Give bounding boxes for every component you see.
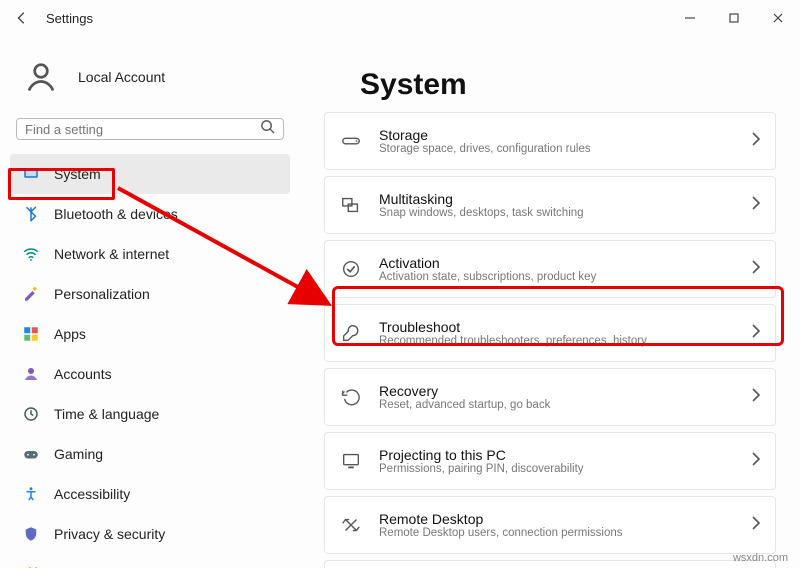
card-subtitle: Recommended troubleshooters, preferences… [379, 335, 735, 347]
card-title: Recovery [379, 383, 735, 399]
search-input[interactable] [25, 122, 260, 137]
sidebar-item-label: Accessibility [54, 486, 130, 502]
card-title: Troubleshoot [379, 319, 735, 335]
card-subtitle: Permissions, pairing PIN, discoverabilit… [379, 463, 735, 475]
sidebar-item-privacy[interactable]: Privacy & security [10, 514, 290, 554]
sidebar-item-accounts[interactable]: Accounts [10, 354, 290, 394]
sidebar-item-label: Gaming [54, 446, 103, 462]
card-text: Troubleshoot Recommended troubleshooters… [379, 319, 735, 347]
item-activation[interactable]: Activation Activation state, subscriptio… [324, 240, 776, 298]
item-multitasking[interactable]: Multitasking Snap windows, desktops, tas… [324, 176, 776, 234]
sidebar-item-label: Apps [54, 326, 86, 342]
sidebar-item-label: Privacy & security [54, 526, 165, 542]
window-title: Settings [46, 11, 93, 26]
maximize-button[interactable] [712, 3, 756, 33]
titlebar-left: Settings [14, 10, 93, 26]
chevron-right-icon [751, 452, 761, 471]
close-button[interactable] [756, 3, 800, 33]
body: Local Account System Bluetooth & devices [0, 36, 800, 568]
item-troubleshoot[interactable]: Troubleshoot Recommended troubleshooters… [324, 304, 776, 362]
chevron-right-icon [751, 260, 761, 279]
card-subtitle: Remote Desktop users, connection permiss… [379, 527, 735, 539]
chevron-right-icon [751, 516, 761, 535]
sidebar-item-label: Personalization [54, 286, 150, 302]
card-subtitle: Snap windows, desktops, task switching [379, 207, 735, 219]
card-title: Projecting to this PC [379, 447, 735, 463]
card-text: Storage Storage space, drives, configura… [379, 127, 735, 155]
back-button[interactable] [14, 10, 30, 26]
item-storage[interactable]: Storage Storage space, drives, configura… [324, 112, 776, 170]
avatar [18, 54, 64, 100]
nav: System Bluetooth & devices Network & int… [6, 150, 294, 568]
troubleshoot-icon [339, 321, 363, 345]
main-panel: System Storage Storage space, drives, co… [300, 36, 800, 568]
minimize-button[interactable] [668, 3, 712, 33]
sidebar-item-bluetooth[interactable]: Bluetooth & devices [10, 194, 290, 234]
sidebar-item-network[interactable]: Network & internet [10, 234, 290, 274]
window-controls [668, 3, 800, 33]
card-subtitle: Activation state, subscriptions, product… [379, 271, 735, 283]
sidebar-item-label: Accounts [54, 366, 112, 382]
sidebar-item-personalization[interactable]: Personalization [10, 274, 290, 314]
sidebar-item-time[interactable]: Time & language [10, 394, 290, 434]
card-subtitle: Reset, advanced startup, go back [379, 399, 735, 411]
card-text: Multitasking Snap windows, desktops, tas… [379, 191, 735, 219]
sidebar-item-system[interactable]: System [10, 154, 290, 194]
chevron-right-icon [751, 132, 761, 151]
card-text: Activation Activation state, subscriptio… [379, 255, 735, 283]
card-text: Recovery Reset, advanced startup, go bac… [379, 383, 735, 411]
accessibility-icon [22, 485, 40, 503]
item-remote-desktop[interactable]: Remote Desktop Remote Desktop users, con… [324, 496, 776, 554]
card-title: Storage [379, 127, 735, 143]
item-recovery[interactable]: Recovery Reset, advanced startup, go bac… [324, 368, 776, 426]
sidebar-item-accessibility[interactable]: Accessibility [10, 474, 290, 514]
sidebar-item-label: Bluetooth & devices [54, 206, 178, 222]
clock-icon [22, 405, 40, 423]
bluetooth-icon [22, 205, 40, 223]
chevron-right-icon [751, 196, 761, 215]
wifi-icon [22, 245, 40, 263]
gaming-icon [22, 445, 40, 463]
card-text: Projecting to this PC Permissions, pairi… [379, 447, 735, 475]
settings-window: Settings Local Account [0, 0, 800, 568]
watermark: wsxdn.com [733, 552, 788, 564]
user-account[interactable]: Local Account [6, 44, 294, 114]
card-title: Multitasking [379, 191, 735, 207]
titlebar: Settings [0, 0, 800, 36]
card-title: Remote Desktop [379, 511, 735, 527]
activation-icon [339, 257, 363, 281]
search-icon [260, 119, 275, 139]
sidebar: Local Account System Bluetooth & devices [0, 36, 300, 568]
sidebar-item-label: System [54, 166, 101, 182]
user-name: Local Account [78, 69, 165, 85]
page-title: System [360, 68, 776, 102]
chevron-right-icon [751, 324, 761, 343]
system-icon [22, 165, 40, 183]
sidebar-item-label: Network & internet [54, 246, 169, 262]
accounts-icon [22, 365, 40, 383]
sidebar-item-update[interactable]: Windows Update [10, 554, 290, 568]
projecting-icon [339, 449, 363, 473]
storage-icon [339, 129, 363, 153]
settings-list: Storage Storage space, drives, configura… [324, 112, 776, 568]
item-projecting[interactable]: Projecting to this PC Permissions, pairi… [324, 432, 776, 490]
item-clipboard[interactable]: Clipboard [324, 560, 776, 568]
card-text: Remote Desktop Remote Desktop users, con… [379, 511, 735, 539]
apps-icon [22, 325, 40, 343]
sidebar-item-label: Time & language [54, 406, 159, 422]
card-subtitle: Storage space, drives, configuration rul… [379, 143, 735, 155]
remote-desktop-icon [339, 513, 363, 537]
multitasking-icon [339, 193, 363, 217]
recovery-icon [339, 385, 363, 409]
card-title: Activation [379, 255, 735, 271]
personalization-icon [22, 285, 40, 303]
sidebar-item-apps[interactable]: Apps [10, 314, 290, 354]
chevron-right-icon [751, 388, 761, 407]
search-box[interactable] [16, 118, 284, 140]
sidebar-item-gaming[interactable]: Gaming [10, 434, 290, 474]
shield-icon [22, 525, 40, 543]
